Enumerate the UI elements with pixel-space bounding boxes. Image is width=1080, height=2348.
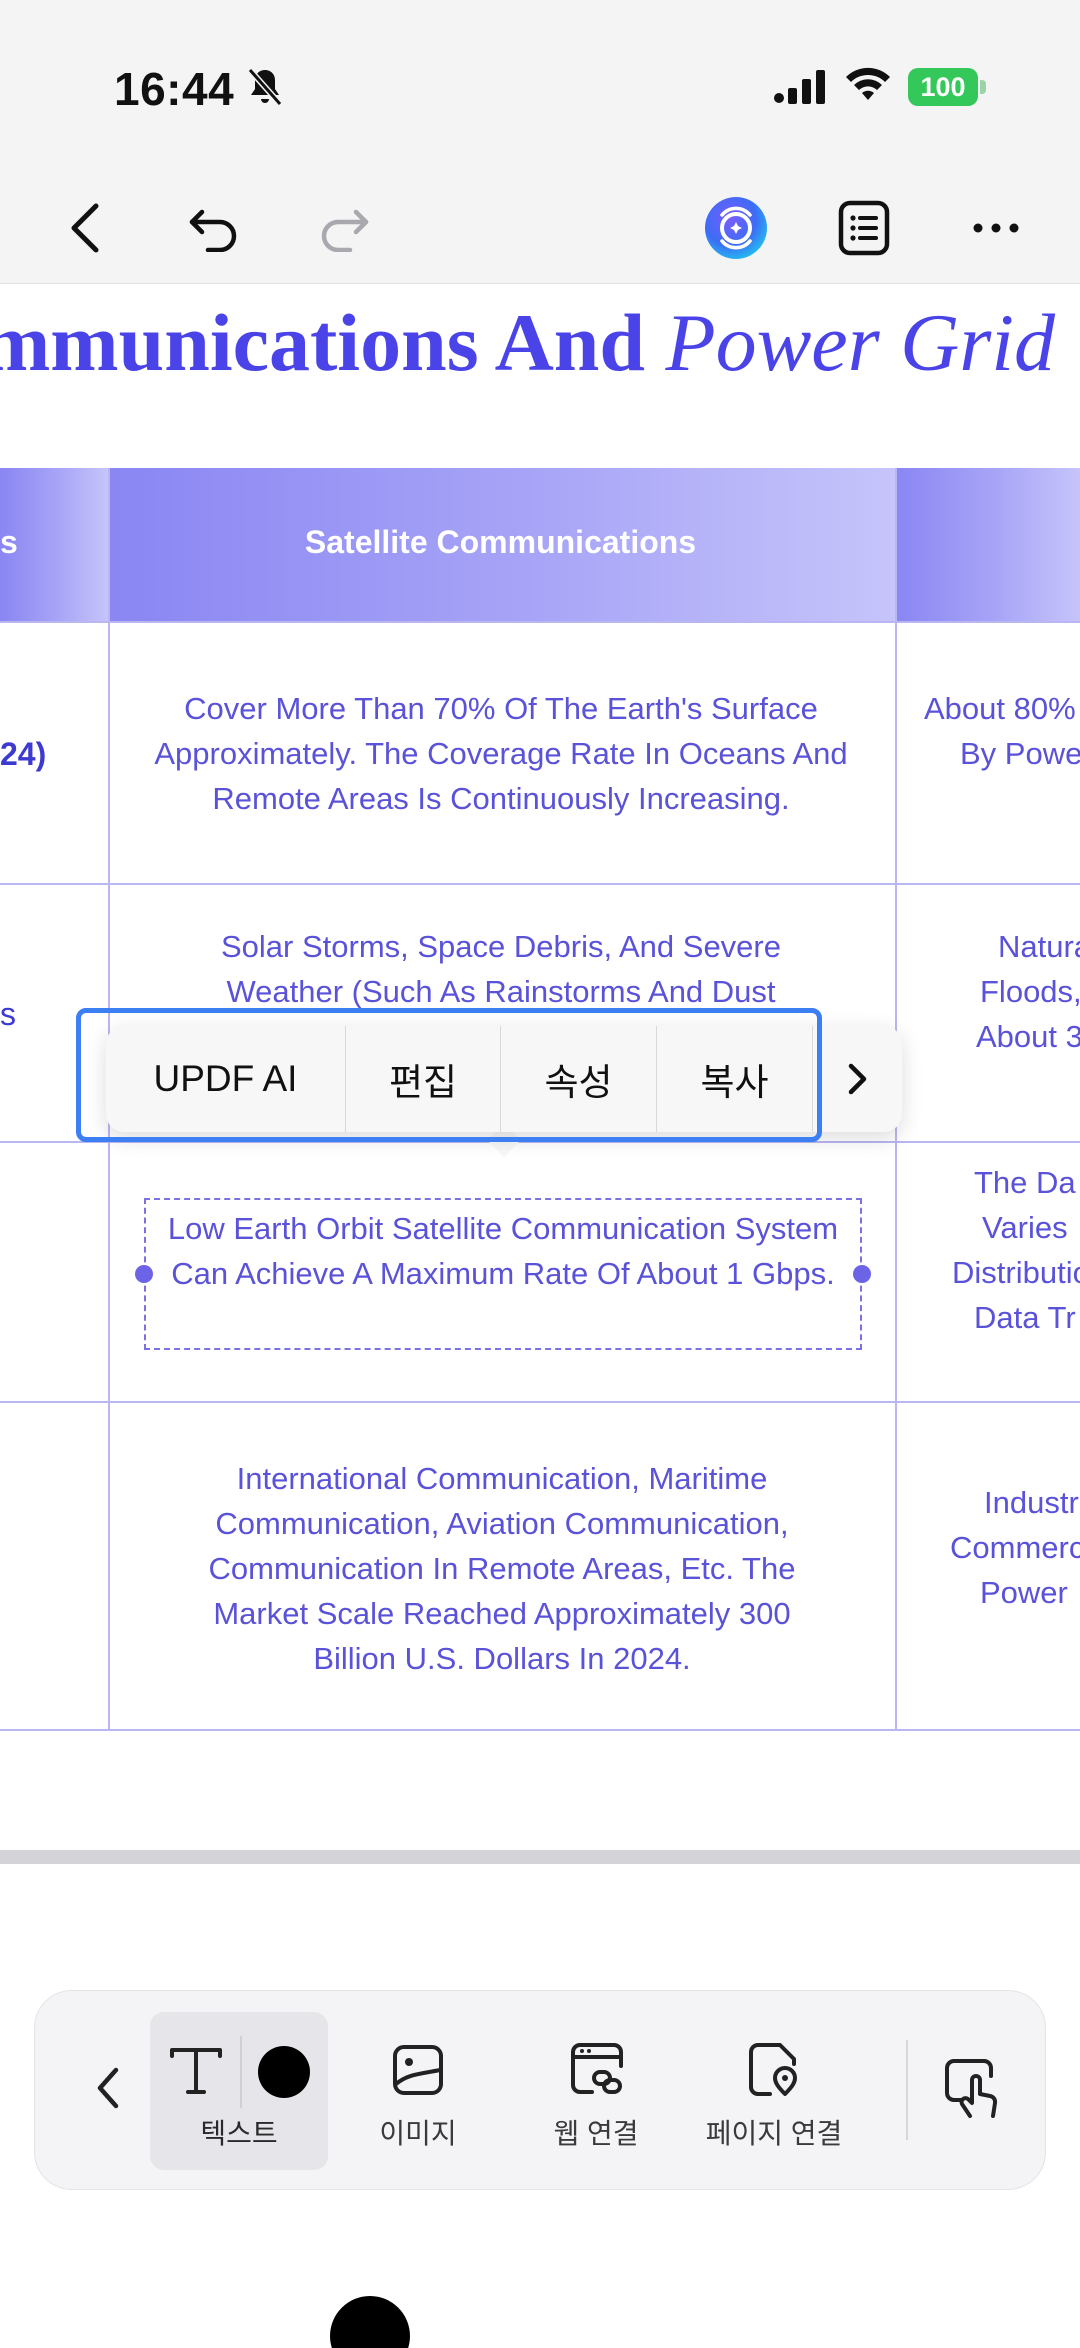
row3-right-line-1: The Da (974, 1165, 1076, 1200)
row4-right-line-2: Commerc (950, 1530, 1080, 1565)
row3-satellite-text[interactable]: Low Earth Orbit Satellite Communication … (156, 1206, 850, 1296)
chevron-right-icon (848, 1063, 866, 1095)
context-menu-highlight (76, 1008, 822, 1142)
web-link-tool-label[interactable]: 웹 연결 (526, 2112, 666, 2152)
image-tool-label[interactable]: 이미지 (348, 2112, 488, 2152)
chevron-left-icon[interactable] (86, 2056, 130, 2120)
cellular-signal-icon (774, 70, 825, 104)
row4-right-text: Industr Commerc Power (924, 1480, 1080, 1615)
row2-line-1: Solar Storms, Space Debris, And Severe (221, 929, 781, 964)
redo-button[interactable] (304, 188, 384, 268)
back-button[interactable] (46, 188, 126, 268)
more-button[interactable] (956, 188, 1036, 268)
status-bar: 16:44 100 (0, 0, 1080, 170)
back-chevron-icon (71, 203, 99, 253)
row2-left-text: s (0, 996, 16, 1032)
battery-icon: 100 (908, 68, 986, 106)
row1-right-line-2: By Powe (960, 736, 1080, 771)
row4-satellite-text[interactable]: International Communication, Maritime Co… (170, 1456, 834, 1681)
hand-tap-icon[interactable] (944, 2058, 1004, 2120)
toolbar-divider (906, 2040, 908, 2140)
text-icon (170, 2048, 222, 2094)
bell-slash-icon (247, 68, 283, 106)
row2-right-line-2: Floods, (980, 974, 1080, 1009)
undo-icon (189, 209, 237, 252)
resize-handle-right[interactable] (853, 1265, 871, 1283)
image-icon[interactable] (392, 2044, 444, 2096)
undo-button[interactable] (174, 188, 254, 268)
row1-right-line-1: About 80% (924, 691, 1076, 726)
row2-satellite-text[interactable]: Solar Storms, Space Debris, And Severe W… (150, 924, 852, 1014)
row2-right-text: Natura Floods, About 3 (924, 924, 1080, 1059)
row2-right-line-3: About 3 (976, 1019, 1080, 1054)
clock-time: 16:44 (114, 63, 235, 115)
updf-ai-button[interactable] (696, 188, 776, 268)
text-tool-divider (240, 2036, 242, 2108)
row1-left-text: 24) (0, 736, 47, 772)
page-link-icon[interactable] (748, 2042, 800, 2098)
updf-ai-icon (705, 197, 767, 259)
row3-right-text: The Da Varies Distributio Data Tr (924, 1160, 1080, 1340)
row1-satellite-text[interactable]: Cover More Than 70% Of The Earth's Surfa… (150, 686, 852, 821)
text-tool-label: 텍스트 (200, 2118, 278, 2149)
row4-right-line-3: Power (980, 1575, 1068, 1610)
outline-button[interactable] (824, 188, 904, 268)
text-color-swatch[interactable] (258, 2046, 310, 2098)
page-separator (0, 1850, 1080, 1864)
battery-level: 100 (920, 72, 966, 102)
row3-right-line-2: Varies (982, 1210, 1068, 1245)
row3-right-line-4: Data Tr (974, 1300, 1076, 1335)
row1-right-text: About 80% By Powe (924, 686, 1080, 776)
resize-handle-left[interactable] (135, 1265, 153, 1283)
more-icon (973, 223, 1019, 233)
row3-right-line-3: Distributio (952, 1255, 1080, 1290)
top-toolbar (0, 170, 1080, 284)
menu-more-button[interactable] (813, 1026, 902, 1132)
page-link-tool-label[interactable]: 페이지 연결 (694, 2112, 854, 2152)
redo-icon (321, 209, 369, 252)
wifi-icon (846, 67, 890, 100)
row4-right-line-1: Industr (984, 1485, 1079, 1520)
web-link-icon[interactable] (570, 2042, 626, 2098)
row2-right-line-1: Natura (998, 929, 1080, 964)
outline-list-icon (838, 200, 890, 256)
